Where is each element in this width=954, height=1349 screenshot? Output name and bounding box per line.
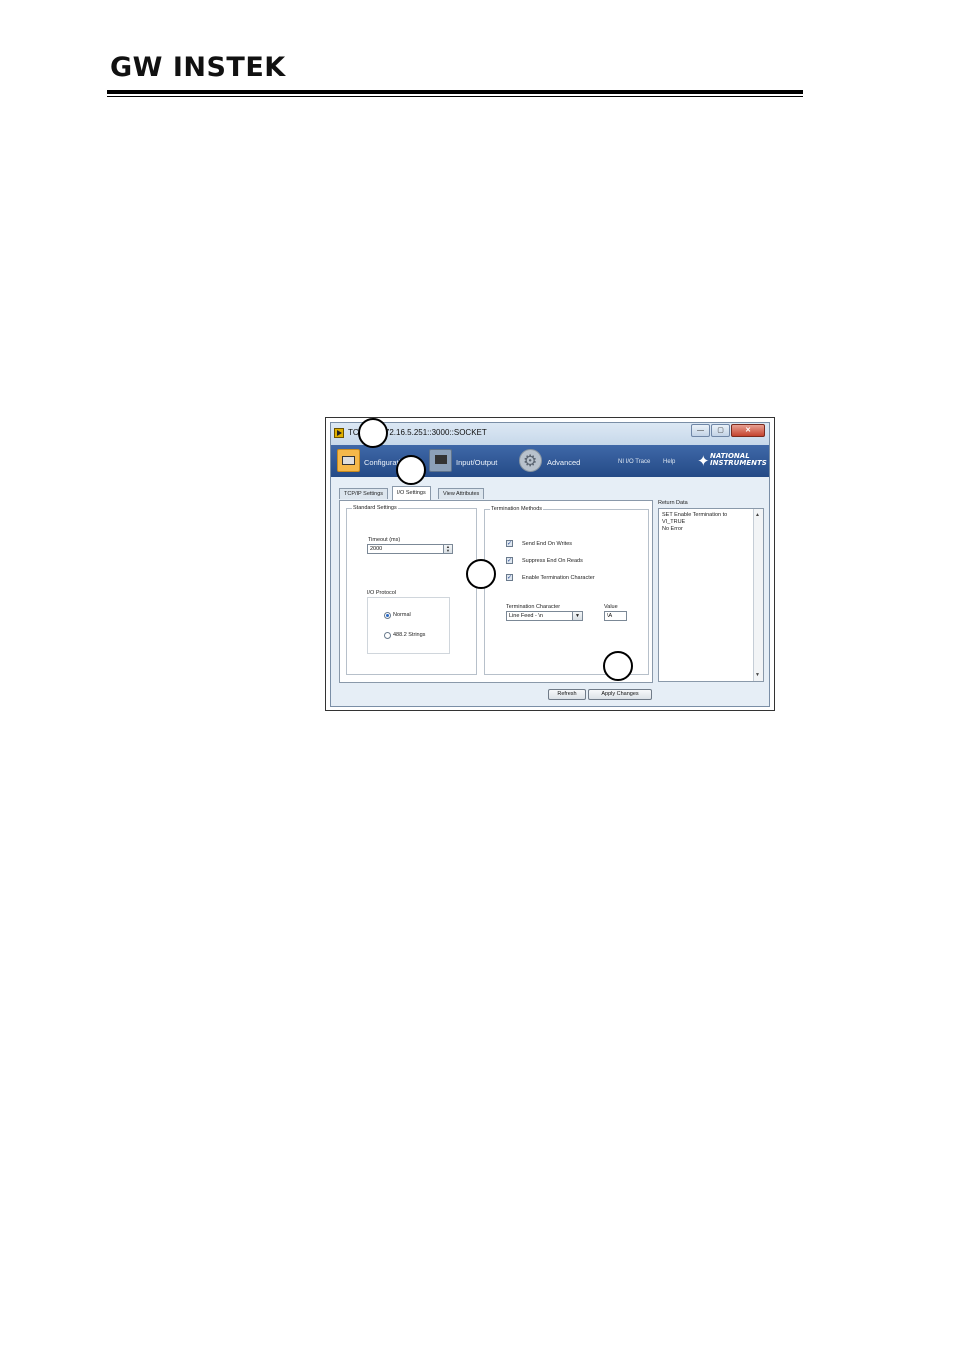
minimize-button[interactable]: — [691, 424, 710, 437]
title-bar: TCPIP0::172.16.5.251::3000::SOCKET — ▢ ✕ [331, 423, 769, 445]
gear-icon[interactable] [519, 449, 542, 472]
standard-settings-group: Standard Settings Timeout (ms) 2000 ▲ ▼ I… [346, 505, 477, 675]
refresh-button[interactable]: Refresh [548, 689, 586, 700]
maximize-button[interactable]: ▢ [711, 424, 730, 437]
close-button[interactable]: ✕ [731, 424, 765, 437]
value-label: Value [604, 604, 618, 610]
enable-termination-checkbox[interactable]: ✓ [506, 574, 513, 581]
app-icon [334, 428, 344, 438]
header-rule-thick [107, 90, 803, 94]
radio-488-strings-label: 488.2 Strings [393, 632, 426, 638]
return-data-label: Return Data [658, 500, 688, 506]
enable-termination-label: Enable Termination Character [522, 575, 595, 581]
configuration-icon[interactable] [337, 449, 360, 472]
standard-settings-title: Standard Settings [352, 505, 398, 511]
suppress-end-label: Suppress End On Reads [522, 558, 583, 564]
timeout-spinner[interactable]: ▲ ▼ [443, 545, 452, 553]
termination-methods-group: Termination Methods ✓ Send End On Writes… [484, 506, 649, 675]
termination-methods-title: Termination Methods [490, 506, 544, 512]
national-instruments-logo: ✦ NATIONAL INSTRUMENTS [697, 451, 769, 471]
io-protocol-label: I/O Protocol [367, 590, 397, 596]
return-data-line: SET Enable Termination to [662, 512, 728, 518]
timeout-label: Timeout (ms) [368, 537, 401, 543]
scroll-down-icon[interactable]: ▼ [755, 672, 760, 678]
radio-normal[interactable] [384, 612, 391, 619]
return-data-line: No Error [662, 526, 683, 532]
input-output-icon[interactable] [429, 449, 452, 472]
input-output-button[interactable]: Input/Output [456, 458, 497, 467]
send-end-label: Send End On Writes [522, 541, 573, 547]
radio-488-strings[interactable] [384, 632, 391, 639]
tab-io-settings[interactable]: I/O Settings [392, 486, 431, 500]
advanced-button[interactable]: Advanced [547, 458, 580, 467]
ni-io-trace-link[interactable]: NI I/O Trace [618, 459, 650, 465]
apply-changes-button[interactable]: Apply Changes [588, 689, 652, 700]
scroll-up-icon[interactable]: ▲ [755, 512, 760, 518]
ni-eagle-icon: ✦ [697, 452, 710, 470]
return-data-scrollbar[interactable]: ▲ ▼ [753, 509, 763, 681]
header-rule-thin [107, 96, 803, 97]
callout-circle-configuration [358, 418, 388, 448]
ni-logo-text: NATIONAL INSTRUMENTS [710, 452, 767, 467]
screenshot-frame: TCPIP0::172.16.5.251::3000::SOCKET — ▢ ✕… [325, 417, 775, 711]
termination-value-input[interactable]: \A [604, 611, 627, 621]
io-protocol-box: Normal 488.2 Strings [367, 597, 450, 654]
callout-circle-io-settings [396, 455, 426, 485]
tab-tcpip-settings[interactable]: TCP/IP Settings [339, 488, 389, 499]
return-data-line: VI_TRUE [662, 519, 686, 525]
return-data-box[interactable]: SET Enable Termination to VI_TRUE No Err… [658, 508, 764, 682]
timeout-input[interactable]: 2000 ▲ ▼ [367, 544, 453, 554]
window-controls: — ▢ ✕ [690, 424, 765, 437]
callout-circle-enable-termination [466, 559, 496, 589]
callout-circle-apply-changes [603, 651, 633, 681]
help-link[interactable]: Help [663, 459, 675, 465]
chevron-down-icon[interactable]: ▼ [572, 612, 582, 620]
suppress-end-checkbox[interactable]: ✓ [506, 557, 513, 564]
termination-character-label: Termination Character [506, 604, 561, 610]
tab-view-attributes[interactable]: View Attributes [438, 488, 485, 499]
radio-normal-label: Normal [393, 612, 411, 618]
return-data-panel: Return Data SET Enable Termination to VI… [658, 500, 768, 683]
send-end-checkbox[interactable]: ✓ [506, 540, 513, 547]
termination-character-select[interactable]: Line Feed - \n ▼ [506, 611, 583, 621]
gw-instek-logo: GW INSTEK [110, 52, 286, 83]
